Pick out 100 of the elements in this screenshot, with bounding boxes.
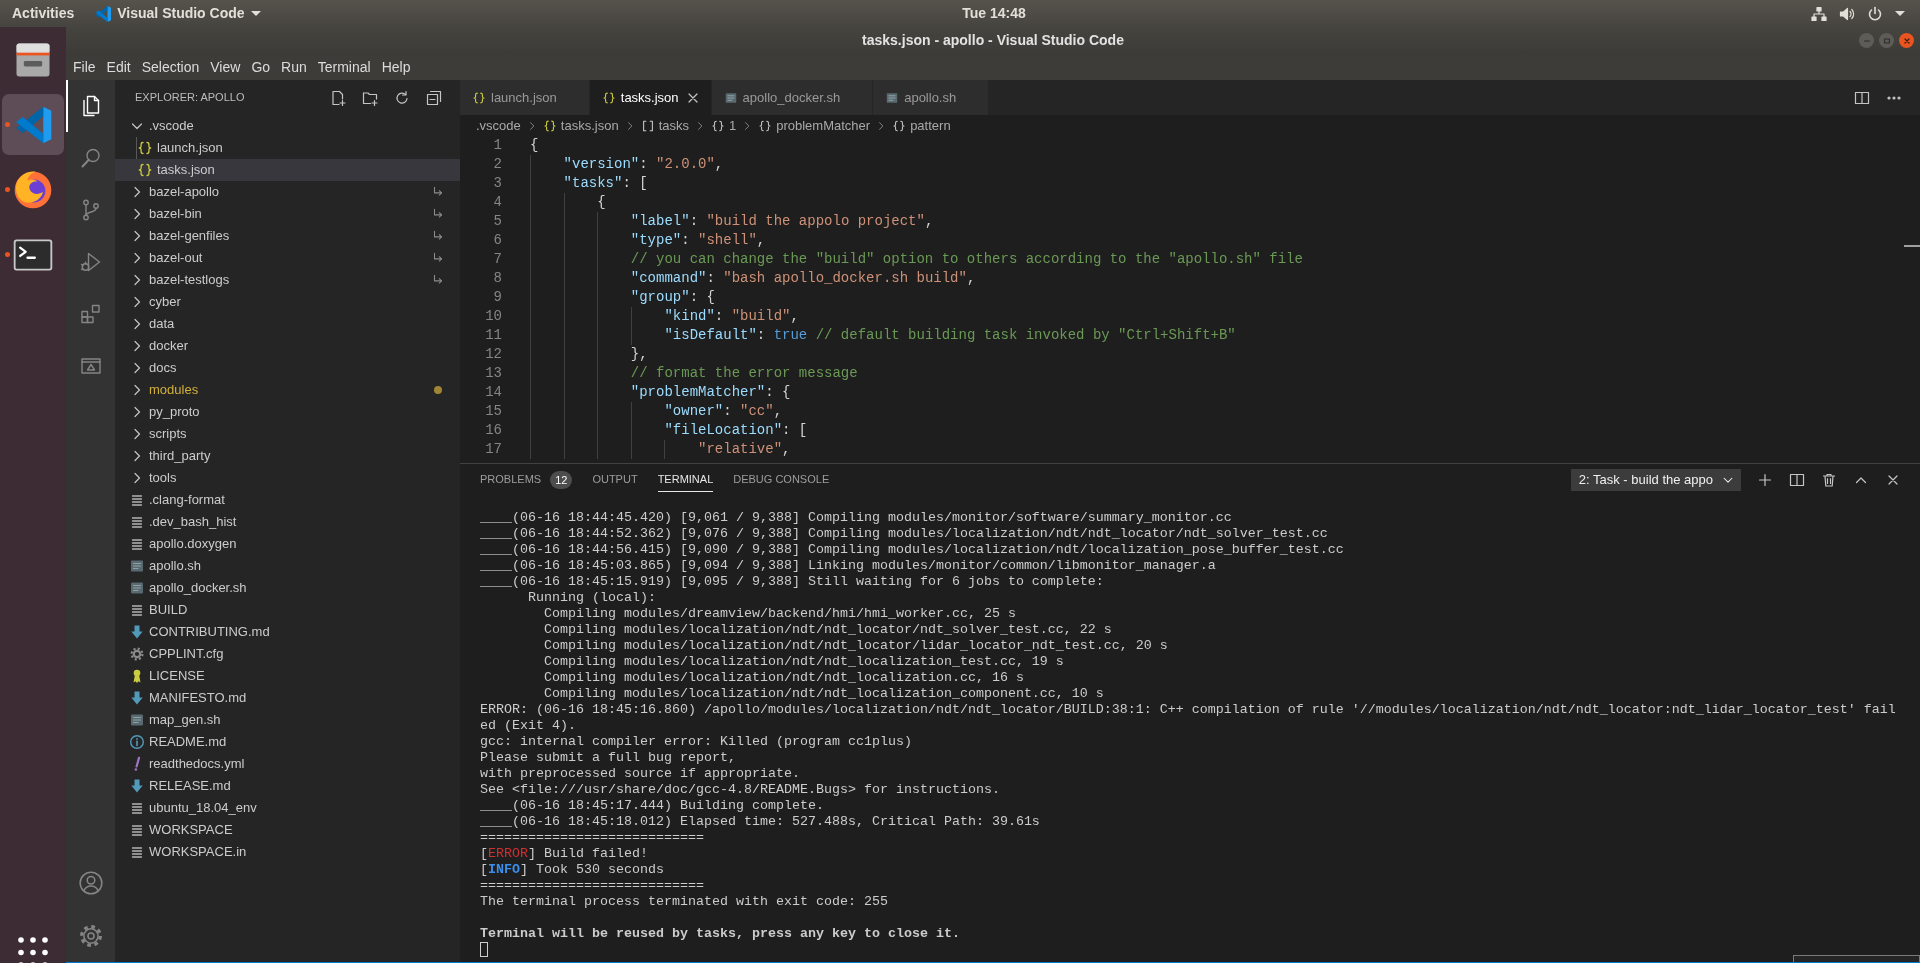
tree-item[interactable]: tools — [115, 467, 460, 489]
tree-item[interactable]: scripts — [115, 423, 460, 445]
braces-icon — [710, 118, 725, 133]
menu-item[interactable]: Terminal — [312, 56, 377, 78]
trash-icon[interactable] — [1821, 472, 1837, 488]
tree-item[interactable]: .clang-format — [115, 489, 460, 511]
editor-tab[interactable]: launch.json — [460, 80, 590, 115]
panel-tab[interactable]: PROBLEMS 12 — [480, 468, 573, 492]
menu-item[interactable]: Go — [245, 56, 276, 78]
text-lines-icon — [129, 514, 145, 530]
tree-item[interactable]: apollo.doxygen — [115, 533, 460, 555]
activities-button[interactable]: Activities — [12, 3, 75, 24]
tree-item[interactable]: modules — [115, 379, 460, 401]
terminal-dropdown[interactable]: 2: Task - build the appo — [1570, 469, 1741, 491]
terminal-line: Compiling modules/localization/ndt/ndt_localization_component.cc, 10 s — [543, 686, 1105, 702]
power-icon[interactable] — [1867, 5, 1883, 22]
tree-item[interactable]: .vscode — [115, 115, 460, 137]
breadcrumb-item[interactable]: tasks.json — [542, 115, 619, 136]
close-button[interactable] — [1899, 33, 1914, 48]
new-folder-icon[interactable] — [362, 89, 378, 106]
breadcrumb-item[interactable]: 1 — [710, 115, 737, 136]
tree-item[interactable]: bazel-apollo — [115, 181, 460, 203]
tree-item[interactable]: readthedocs.yml — [115, 753, 460, 775]
terminal-line: ============================ — [480, 830, 705, 846]
text-lines-icon — [129, 844, 145, 860]
split-editor-icon[interactable] — [1854, 89, 1870, 106]
tree-item[interactable]: apollo.sh — [115, 555, 460, 577]
tree-item[interactable]: BUILD — [115, 599, 460, 621]
terminal-line: See <file:///usr/share/doc/gcc-4.8/README.Bugs> for instructions. — [480, 782, 1001, 798]
braces-icon — [472, 90, 486, 105]
panel-tab[interactable]: DEBUG CONSOLE — [733, 468, 830, 492]
panel-tab[interactable]: TERMINAL — [657, 468, 714, 492]
menu-item[interactable]: Help — [376, 56, 416, 78]
breadcrumb-item[interactable]: .vscode — [476, 115, 521, 136]
terminal-line: Please submit a full bug report, — [480, 750, 737, 766]
tree-item[interactable]: bazel-genfiles — [115, 225, 460, 247]
tree-item[interactable]: bazel-bin — [115, 203, 460, 225]
line-number: 8 — [492, 269, 502, 288]
breadcrumb-item[interactable]: problemMatcher — [758, 115, 871, 136]
app-menu-button[interactable]: Visual Studio Code — [95, 3, 261, 24]
document-icon — [723, 90, 738, 105]
tree-item[interactable]: CPPLINT.cfg — [115, 643, 460, 665]
refresh-icon[interactable] — [394, 89, 410, 106]
tree-item[interactable]: docs — [115, 357, 460, 379]
run-debug-icon — [78, 250, 103, 274]
account-icon[interactable] — [77, 869, 104, 896]
tree-item[interactable]: map_gen.sh — [115, 709, 460, 731]
tree-item[interactable]: tasks.json — [115, 159, 460, 181]
menu-item[interactable]: File — [67, 56, 102, 78]
tree-item[interactable]: cyber — [115, 291, 460, 313]
plus-icon[interactable] — [1757, 472, 1773, 488]
terminal-cursor — [480, 942, 488, 957]
tree-item[interactable]: .dev_bash_hist — [115, 511, 460, 533]
terminal-line: The terminal process terminated with exit code: 255 — [480, 894, 889, 910]
gear-icon — [129, 646, 145, 662]
settings-icon[interactable] — [77, 922, 104, 949]
editor-tab[interactable]: apollo.sh — [873, 80, 990, 115]
tree-item[interactable]: bazel-out — [115, 247, 460, 269]
line-number: 13 — [484, 364, 502, 383]
tree-item[interactable]: LICENSE — [115, 665, 460, 687]
editor-tab[interactable]: tasks.json — [589, 80, 712, 115]
breadcrumb-item[interactable]: tasks — [640, 115, 689, 136]
line-number: 10 — [484, 307, 502, 326]
app-grid-icon[interactable] — [18, 937, 48, 963]
new-file-icon[interactable] — [330, 89, 346, 106]
line-number: 17 — [484, 440, 502, 459]
split-terminal-icon[interactable] — [1789, 472, 1805, 488]
tree-item[interactable]: RELEASE.md — [115, 775, 460, 797]
braces-icon — [758, 118, 773, 133]
volume-icon[interactable] — [1839, 5, 1855, 22]
menu-item[interactable]: Run — [275, 56, 313, 78]
tree-item[interactable]: apollo_docker.sh — [115, 577, 460, 599]
tree-item[interactable]: docker — [115, 335, 460, 357]
tree-item[interactable]: MANIFESTO.md — [115, 687, 460, 709]
document-icon — [129, 558, 145, 574]
tree-item[interactable]: third_party — [115, 445, 460, 467]
clock[interactable]: Tue 14:48 — [962, 3, 1026, 24]
tree-item[interactable]: WORKSPACE — [115, 819, 460, 841]
tree-item[interactable]: py_proto — [115, 401, 460, 423]
editor-tab[interactable]: apollo_docker.sh — [711, 80, 874, 115]
breadcrumb-item[interactable]: pattern — [892, 115, 951, 136]
menu-item[interactable]: View — [204, 56, 246, 78]
editor-logo-icon — [95, 5, 112, 22]
collapse-all-icon[interactable] — [426, 89, 442, 106]
terminal-line: with preprocessed source if appropriate. — [480, 766, 801, 782]
close-icon — [1902, 36, 1911, 45]
tree-item[interactable]: bazel-testlogs — [115, 269, 460, 291]
panel-tab[interactable]: OUTPUT — [592, 468, 638, 492]
tree-item[interactable]: CONTRIBUTING.md — [115, 621, 460, 643]
tree-item[interactable]: ubuntu_18.04_env — [115, 797, 460, 819]
tree-item[interactable]: README.md — [115, 731, 460, 753]
menu-item[interactable]: Selection — [136, 56, 205, 78]
terminal-line: ____(06-16 18:44:52.362) [9,076 / 9,388] Compiling modules/localization/ndt/ndt_locator/ndt_solver_test.cc — [480, 526, 1329, 542]
tree-item[interactable]: data — [115, 313, 460, 335]
menu-item[interactable]: Edit — [101, 56, 137, 78]
network-icon[interactable] — [1811, 5, 1827, 22]
caret-icon[interactable] — [1895, 11, 1905, 16]
tree-item[interactable]: launch.json — [115, 137, 460, 159]
text-lines-icon — [129, 492, 145, 508]
tree-item[interactable]: WORKSPACE.in — [115, 841, 460, 863]
